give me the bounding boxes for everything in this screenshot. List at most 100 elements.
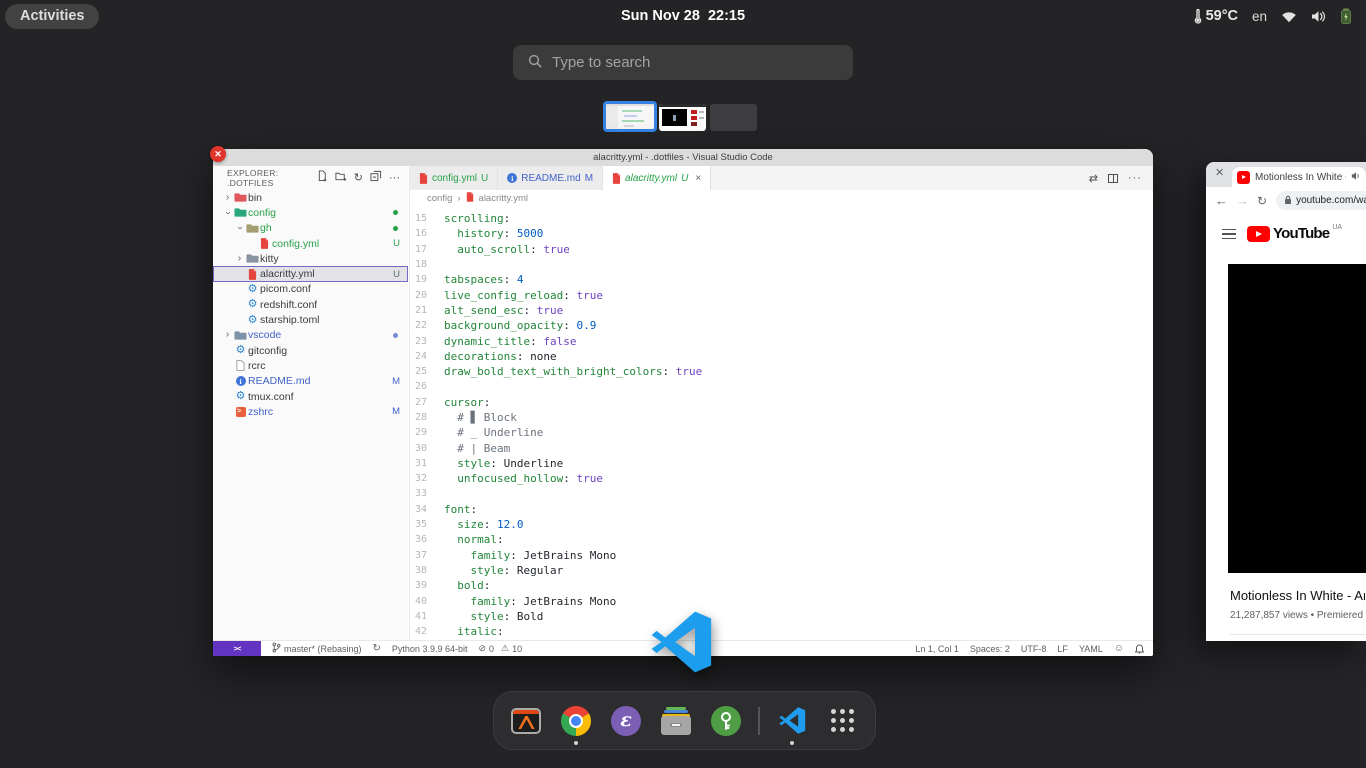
search-input[interactable]: Type to search [513,45,853,80]
tree-item-config[interactable]: ›config [213,205,408,220]
line-number: 32 [410,473,444,484]
tree-item-label: rcrc [248,360,266,372]
chrome-tab[interactable]: Motionless In White - A [1232,167,1366,187]
tree-item-picom-conf[interactable]: ⚙picom.conf [213,282,408,297]
dock-item-keepassxc[interactable] [711,706,741,736]
status-utf-8[interactable]: UTF-8 [1021,644,1047,654]
tree-item-gh[interactable]: ›gh [213,221,408,236]
git-status-badge: M [392,406,400,417]
tab-close-icon[interactable]: × [695,173,701,184]
youtube-logo[interactable]: YouTube UA [1247,225,1342,243]
more-actions-icon[interactable]: ··· [389,173,400,184]
gear-icon: ⚙ [245,284,260,295]
tree-item-kitty[interactable]: ›kitty [213,251,408,266]
git-branch-status[interactable]: master* (Rebasing) [272,642,362,655]
breadcrumb-separator-icon: › [457,193,460,204]
code-line-34: 34font: [410,502,1153,517]
tree-item-readme-md[interactable]: iREADME.mdM [213,374,408,389]
forward-icon[interactable]: → [1236,194,1249,207]
info-icon: i [236,376,246,386]
yaml-icon [612,173,621,184]
workspace-thumbnail-2[interactable] [659,104,706,131]
tree-item-rcrc[interactable]: rcrc [213,358,408,373]
back-icon[interactable]: ← [1215,194,1228,207]
editor-more-icon[interactable]: ··· [1128,172,1142,184]
breadcrumb-file[interactable]: alacritty.yml [479,193,528,204]
new-folder-icon[interactable] [335,169,347,187]
code-line-38: 38 style: Regular [410,563,1153,578]
tab-audio-icon[interactable] [1351,168,1361,186]
status-ln-1-col-1[interactable]: Ln 1, Col 1 [915,644,959,654]
problems-status[interactable]: ⊘0⚠10 [478,643,522,654]
menu-icon[interactable] [1222,229,1236,240]
tree-item-gitconfig[interactable]: ⚙gitconfig [213,343,408,358]
dock-item-files[interactable] [661,706,691,736]
refresh-icon[interactable]: ↻ [354,173,363,184]
dock-item-vscode[interactable] [777,706,807,736]
feedback-icon[interactable]: ☺ [1114,643,1124,654]
editor-tab-readme-md[interactable]: iREADME.mdM [498,166,603,190]
video-meta: 21,287,857 views • Premiered Dec [1230,610,1365,621]
status-yaml[interactable]: YAML [1079,644,1103,654]
code-line-24: 24decorations: none [410,349,1153,364]
vscode-titlebar[interactable]: alacritty.yml - .dotfiles - Visual Studi… [213,149,1153,166]
notifications-bell-icon[interactable] [1135,644,1144,654]
dock-item-app-grid[interactable] [827,706,857,736]
address-bar[interactable]: youtube.com/wa [1276,191,1366,210]
editor-tab-config-yml[interactable]: config.ymlU [410,166,498,190]
code-line-22: 22background_opacity: 0.9 [410,318,1153,333]
code-line-15: 15scrolling: [410,211,1153,226]
workspace-thumbnail-3[interactable] [710,104,757,131]
video-player[interactable] [1228,264,1366,573]
dock-item-emacs[interactable]: ε [611,706,641,736]
code-line-35: 35 size: 12.0 [410,517,1153,532]
line-number: 20 [410,290,444,301]
yaml-icon [419,173,428,184]
status-lf[interactable]: LF [1057,644,1068,654]
remote-indicator[interactable]: >< [213,641,261,657]
tree-item-vscode[interactable]: ›vscode [213,328,408,343]
collapse-all-icon[interactable] [370,169,382,187]
dock-item-chrome[interactable] [561,706,591,736]
activities-button[interactable]: Activities [5,4,99,29]
line-number: 18 [410,259,444,270]
dock-item-alacritty[interactable] [511,706,541,736]
system-status-area[interactable]: 59°C en [1194,8,1366,24]
open-changes-icon[interactable]: ⇄ [1089,172,1098,185]
tree-item-starship-toml[interactable]: ⚙starship.toml [213,312,408,327]
new-file-icon[interactable] [317,169,328,187]
keyboard-layout-indicator[interactable]: en [1252,9,1267,24]
clock[interactable]: Sun Nov 28 22:15 [621,8,745,24]
tree-item-redshift-conf[interactable]: ⚙redshift.conf [213,297,408,312]
tree-item-zshrc[interactable]: >zshrcM [213,404,408,419]
line-number: 30 [410,443,444,454]
dock-divider [758,707,760,735]
breadcrumb[interactable]: config › alacritty.yml [410,190,1153,207]
vscode-window[interactable]: ✕ alacritty.yml - .dotfiles - Visual Stu… [213,149,1153,656]
workspace-thumbnail-1[interactable] [603,101,657,132]
line-number: 40 [410,596,444,607]
dock: ε [493,691,876,750]
split-editor-icon[interactable] [1108,174,1118,183]
window-close-button[interactable]: ✕ [210,146,226,162]
status-spaces-2[interactable]: Spaces: 2 [970,644,1010,654]
tree-item-alacritty-yml[interactable]: alacritty.ymlU [213,266,408,281]
tree-item-bin[interactable]: ›bin [213,190,408,205]
tree-item-config-yml[interactable]: config.ymlU [213,236,408,251]
explorer-title: EXPLORER: .DOTFILES [227,168,317,188]
files-icon [661,707,691,735]
chrome-tab-title: Motionless In White - A [1255,172,1346,183]
window-close-icon[interactable]: ✕ [1215,168,1224,179]
code-editor[interactable]: 15scrolling:16 history: 500017 auto_scro… [410,207,1153,640]
status-python-3-9-9-64-bit[interactable]: Python 3.9.9 64-bit [392,644,468,654]
chrome-icon [561,706,591,736]
editor-tab-bar: config.ymlUiREADME.mdMalacritty.ymlU× ⇄ … [410,166,1153,190]
chrome-window[interactable]: ✕ Motionless In White - A ← → ↻ youtube.… [1206,162,1366,641]
tree-item-tmux-conf[interactable]: ⚙tmux.conf [213,389,408,404]
reload-icon[interactable]: ↻ [1257,195,1267,207]
chevron-icon: › [235,223,245,234]
editor-tab-alacritty-yml[interactable]: alacritty.ymlU× [603,166,711,190]
breadcrumb-folder[interactable]: config [427,193,452,204]
sync-icon[interactable]: ↻ [373,643,381,654]
line-number: 28 [410,412,444,423]
